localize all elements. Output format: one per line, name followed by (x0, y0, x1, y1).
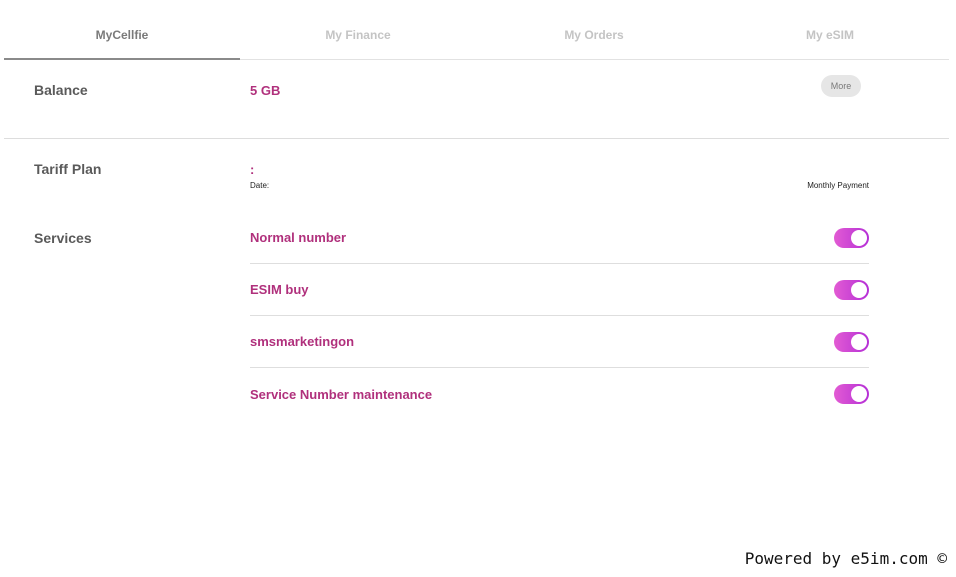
service-name: Normal number (250, 230, 347, 245)
balance-label: Balance (34, 82, 88, 98)
section-divider (4, 138, 949, 139)
toggle-knob (851, 229, 867, 246)
service-toggle[interactable] (834, 331, 869, 352)
tab-my-esim[interactable]: My eSIM (712, 10, 948, 60)
monthly-payment-label: Monthly Payment (807, 181, 869, 190)
toggle-knob (851, 281, 867, 298)
services-label: Services (34, 230, 92, 246)
tab-bar: MyCellfie My Finance My Orders My eSIM (4, 10, 949, 60)
toggle-knob (851, 333, 867, 350)
services-list: Normal number ESIM buy smsmarketingon Se… (250, 212, 869, 420)
tab-mycellfie[interactable]: MyCellfie (4, 10, 240, 60)
tariff-date-label: Date: (250, 181, 270, 190)
tariff-plan-label: Tariff Plan (34, 161, 102, 177)
more-button[interactable]: More (821, 75, 861, 97)
service-toggle[interactable] (834, 227, 869, 248)
tariff-plan-name: : (250, 162, 255, 177)
service-name: Service Number maintenance (250, 386, 433, 402)
toggle-knob (851, 386, 867, 402)
balance-value: 5 GB (250, 83, 281, 98)
service-toggle[interactable] (834, 384, 869, 404)
powered-by-footer: Powered by e5im.com © (744, 549, 947, 568)
service-toggle[interactable] (834, 279, 869, 300)
service-item: ESIM buy (250, 264, 869, 316)
service-item: Service Number maintenance (250, 368, 869, 420)
service-item: Normal number (250, 212, 869, 264)
tab-my-orders[interactable]: My Orders (476, 10, 712, 60)
service-item: smsmarketingon (250, 316, 869, 368)
tab-my-finance[interactable]: My Finance (240, 10, 476, 60)
service-name: smsmarketingon (250, 334, 355, 349)
service-name: ESIM buy (250, 282, 309, 297)
